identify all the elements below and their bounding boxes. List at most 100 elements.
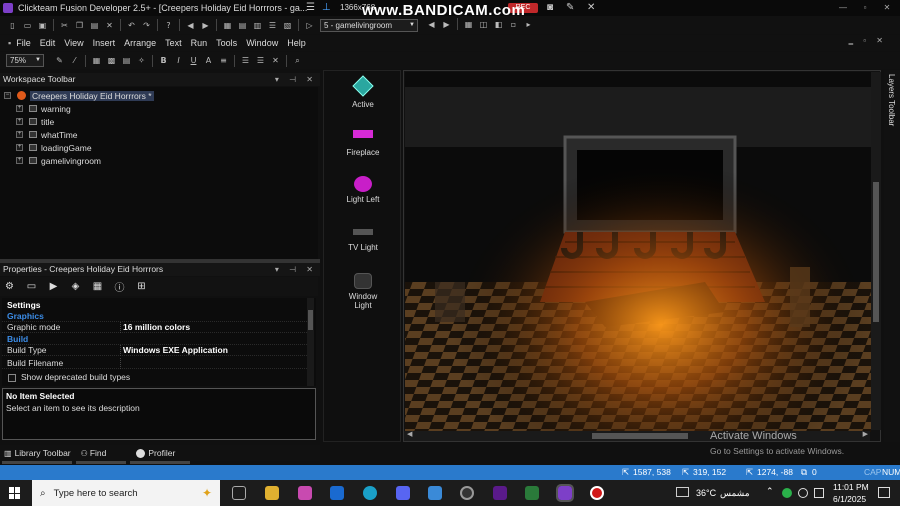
mdi-controls[interactable]: ‗ ▫ ✕	[849, 36, 887, 45]
scroll-left-icon[interactable]: ◀	[407, 430, 412, 438]
redo-icon[interactable]: ↷	[140, 19, 153, 31]
discord-icon[interactable]	[396, 486, 410, 500]
undo-icon[interactable]: ↶	[125, 19, 138, 31]
window-tab-icon[interactable]: ▭	[25, 280, 38, 293]
property-value[interactable]	[120, 358, 307, 369]
expand-icon[interactable]: +	[16, 118, 23, 125]
frame-combo[interactable]: 5 - gamelivingroom ▼	[320, 19, 418, 32]
copilot-icon[interactable]	[298, 486, 312, 500]
scroll-right-icon[interactable]: ▶	[863, 430, 868, 438]
preview-icon[interactable]: ▫	[507, 18, 520, 30]
wand-icon[interactable]: ✧	[135, 55, 148, 67]
forward-icon[interactable]: ▶	[199, 19, 212, 31]
search-icon[interactable]: ⌕	[291, 55, 304, 67]
property-deprecated[interactable]: Show deprecated build types	[2, 372, 307, 383]
new-icon[interactable]: ▯	[6, 19, 19, 31]
font-color-icon[interactable]: A	[202, 55, 215, 67]
eyedropper-icon[interactable]: ⁄	[68, 55, 81, 67]
game-app-icon[interactable]	[525, 486, 539, 500]
clock-time[interactable]: 11:01 PM	[833, 482, 869, 492]
canvas-vscrollbar[interactable]	[871, 72, 881, 430]
canvas-hscrollbar[interactable]: ◀ ▶	[404, 431, 870, 441]
property-value[interactable]: 16 million colors	[120, 322, 307, 333]
overlay-menu-icon[interactable]: ☰	[306, 2, 315, 13]
scrollbar-thumb[interactable]	[873, 182, 879, 322]
bandicam-taskbar-icon[interactable]	[590, 486, 604, 500]
expand-icon[interactable]: +	[16, 131, 23, 138]
tray-app-icon[interactable]	[782, 488, 792, 498]
storyboard-icon[interactable]: ▦	[221, 19, 234, 31]
zoom-combo[interactable]: 75% ▼	[6, 54, 44, 67]
tree-root[interactable]: − Creepers Holiday Eid Horrrors *	[4, 89, 154, 102]
collapse-icon[interactable]: −	[4, 92, 11, 99]
paste-icon[interactable]: ▤	[88, 19, 101, 31]
object-window-light[interactable]: Window Light	[324, 273, 402, 310]
minimize-icon[interactable]: —	[832, 0, 854, 16]
layers-toolbar[interactable]: Layers Toolbar	[884, 70, 900, 442]
object-light-left[interactable]: Light Left	[324, 176, 402, 204]
tree-item-frame[interactable]: + loadingGame	[16, 141, 92, 154]
italic-icon[interactable]: I	[172, 55, 185, 67]
maximize-icon[interactable]: ▫	[854, 0, 876, 16]
grid-setup-icon[interactable]: ▦	[90, 55, 103, 67]
data-elements-icon[interactable]: ▧	[281, 19, 294, 31]
close-icon[interactable]: ✕	[876, 0, 898, 16]
overlay-close-icon[interactable]: ✕	[587, 2, 595, 13]
network-icon[interactable]	[814, 488, 824, 498]
snap-grid-icon[interactable]: ▩	[105, 55, 118, 67]
cut-icon[interactable]: ✂	[58, 19, 71, 31]
pencil-icon[interactable]: ✎	[566, 2, 574, 13]
menu-tools[interactable]: Tools	[216, 38, 237, 48]
menu-view[interactable]: View	[64, 38, 83, 48]
event-editor-icon[interactable]: ▥	[251, 19, 264, 31]
about-tab-icon[interactable]: ⓘ	[113, 280, 126, 294]
tree-item-frame[interactable]: + title	[16, 115, 54, 128]
next-frame-icon[interactable]: ▶	[440, 18, 453, 30]
chevron-up-icon[interactable]: ⌃	[766, 486, 774, 497]
media-player-icon[interactable]	[493, 486, 507, 500]
frame-editor-icon[interactable]: ▤	[236, 19, 249, 31]
align-icon[interactable]: ≡	[217, 55, 230, 67]
object-active[interactable]: Active	[324, 75, 402, 109]
file-explorer-icon[interactable]	[265, 486, 279, 500]
tab-profiler[interactable]: Profiler	[136, 448, 175, 458]
panel-controls[interactable]: ▾ ⊣ ✕	[275, 73, 317, 86]
outlook-icon[interactable]	[330, 486, 344, 500]
properties-scrollbar[interactable]	[307, 298, 314, 386]
task-view-icon[interactable]	[232, 486, 246, 500]
obs-icon[interactable]	[460, 486, 474, 500]
temperature[interactable]: 36°C	[696, 488, 716, 498]
tab-library[interactable]: ▥ Library Toolbar	[4, 448, 71, 458]
align-left-icon[interactable]: ☰	[239, 55, 252, 67]
help-icon[interactable]: ?	[162, 19, 175, 31]
object-fireplace[interactable]: Fireplace	[324, 128, 402, 157]
globe-icon[interactable]	[798, 488, 808, 498]
align-right-icon[interactable]: ☰	[254, 55, 267, 67]
menu-run[interactable]: Run	[191, 38, 208, 48]
menu-help[interactable]: Help	[287, 38, 306, 48]
windows-start-icon[interactable]	[9, 487, 21, 499]
edge-icon[interactable]	[363, 486, 377, 500]
clock-date[interactable]: 6/1/2025	[833, 494, 866, 504]
tab-find[interactable]: ⚇ Find	[81, 448, 107, 458]
menu-arrange[interactable]: Arrange	[124, 38, 156, 48]
scrollbar-thumb[interactable]	[592, 433, 688, 439]
events-tab-icon[interactable]: ▦	[91, 280, 104, 293]
weather-icon[interactable]	[676, 487, 689, 497]
layers-icon[interactable]: ◧	[492, 18, 505, 30]
tree-item-frame[interactable]: + whatTime	[16, 128, 78, 141]
prev-frame-icon[interactable]: ◀	[425, 18, 438, 30]
save-icon[interactable]: ▣	[36, 19, 49, 31]
pin-icon[interactable]: ⊥	[322, 2, 332, 14]
bold-icon[interactable]: B	[157, 55, 170, 67]
values-tab-icon[interactable]: ◈	[69, 280, 82, 293]
copy-icon[interactable]: ❐	[73, 19, 86, 31]
notification-icon[interactable]	[878, 487, 890, 498]
frame-editor-canvas[interactable]	[403, 70, 881, 442]
tree-item-frame[interactable]: + warning	[16, 102, 71, 115]
property-build-type[interactable]: Build Type Windows EXE Application	[2, 345, 307, 356]
delete-icon[interactable]: ✕	[103, 19, 116, 31]
deprecated-checkbox[interactable]	[8, 374, 16, 382]
store-icon[interactable]	[428, 486, 442, 500]
property-graphic-mode[interactable]: Graphic mode 16 million colors	[2, 322, 307, 333]
